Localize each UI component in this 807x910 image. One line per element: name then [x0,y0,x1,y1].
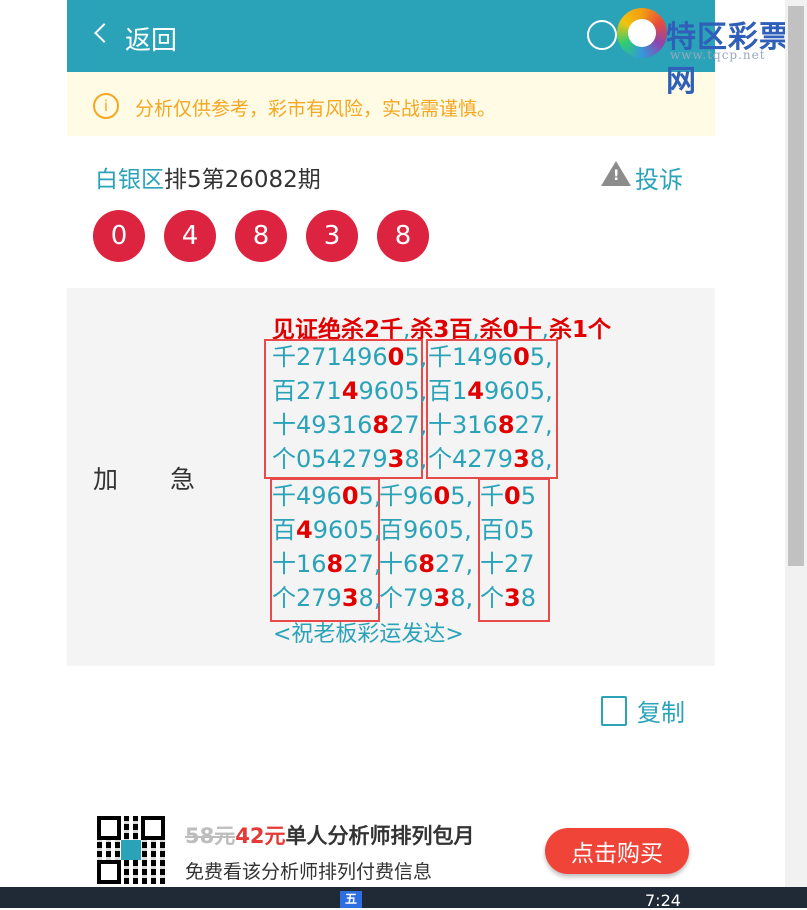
prediction-line: 十16827, [272,550,382,578]
urgent-label-2: 急 [170,465,196,494]
headline-part: 杀1个 [548,317,611,343]
prediction-line: 千9605, [379,482,474,510]
promo-title: 58元42元单人分析师排列包月 [185,820,474,850]
prediction-line: 千27149605, [272,343,428,371]
scrollbar[interactable] [785,0,807,887]
prediction-line: 个427938, [428,445,553,473]
site-logo[interactable]: 特区彩票网 www.tqcp.net [584,0,807,99]
old-price: 58元 [185,824,236,848]
qr-code-icon [97,816,165,884]
copy-label: 复制 [637,699,685,727]
prediction-line: 百27149605, [272,377,428,405]
new-price: 42元 [235,824,286,848]
warning-icon [601,161,631,186]
prediction-line: 百05 [480,516,535,544]
prediction-line: 十49316827, [272,411,428,439]
prediction-line: 个7938, [379,584,474,612]
prediction-line: 百149605, [428,377,553,405]
risk-notice: i 分析仅供参考，彩市有风险，实战需谨慎。 [67,72,715,136]
issue-period: 排5第26082期 [164,167,321,193]
urgent-label-1: 加 [93,465,119,494]
prediction-line: 十27 [480,550,535,578]
complain-button[interactable]: 投诉 [601,160,683,195]
buy-button[interactable]: 点击购买 [545,828,689,874]
result-ball: 4 [164,210,216,262]
taskbar-clock: 7:24 [645,891,681,910]
logo-url: www.tqcp.net [670,48,766,62]
prediction-line: 千05 [480,482,536,510]
result-ball: 0 [93,210,145,262]
blessing-text: <祝老板彩运发达> [273,622,464,647]
chevron-left-icon[interactable] [94,23,114,43]
result-ball: 8 [235,210,287,262]
copy-icon [601,696,627,726]
prediction-line: 千149605, [428,343,553,371]
ime-icon[interactable]: 五 [340,891,362,908]
prediction-line: 十6827, [379,550,474,578]
taskbar [0,887,807,908]
promo-subtitle: 免费看该分析师排列付费信息 [185,861,433,883]
scrollbar-thumb[interactable] [788,6,804,566]
copy-button[interactable]: 复制 [601,693,685,728]
prediction-line: 个27938, [272,584,382,612]
prediction-line: 百49605, [272,516,382,544]
prediction-line: 千49605, [272,482,382,510]
page: 返回 i 分析仅供参考，彩市有风险，实战需谨慎。 白银区排5第26082期 投诉… [67,0,715,908]
back-button[interactable]: 返回 [125,20,177,57]
notice-text: 分析仅供参考，彩市有风险，实战需谨慎。 [135,98,497,120]
prediction-line: 百9605, [379,516,472,544]
prediction-line: 个38 [480,584,536,612]
info-icon: i [93,93,119,119]
promo-plan: 单人分析师排列包月 [285,824,475,848]
complain-label: 投诉 [635,166,683,194]
prediction-content: 加 急 见证绝杀2千,杀3百,杀0十,杀1个 千27149605, 百27149… [67,288,715,666]
result-ball: 3 [306,210,358,262]
logo-swirl-icon [617,8,667,58]
prediction-line: 十316827, [428,411,553,439]
prediction-line: 个05427938, [272,445,428,473]
result-ball: 8 [377,210,429,262]
issue-title: 白银区排5第26082期 [95,160,321,194]
issue-area[interactable]: 白银区 [95,167,164,193]
